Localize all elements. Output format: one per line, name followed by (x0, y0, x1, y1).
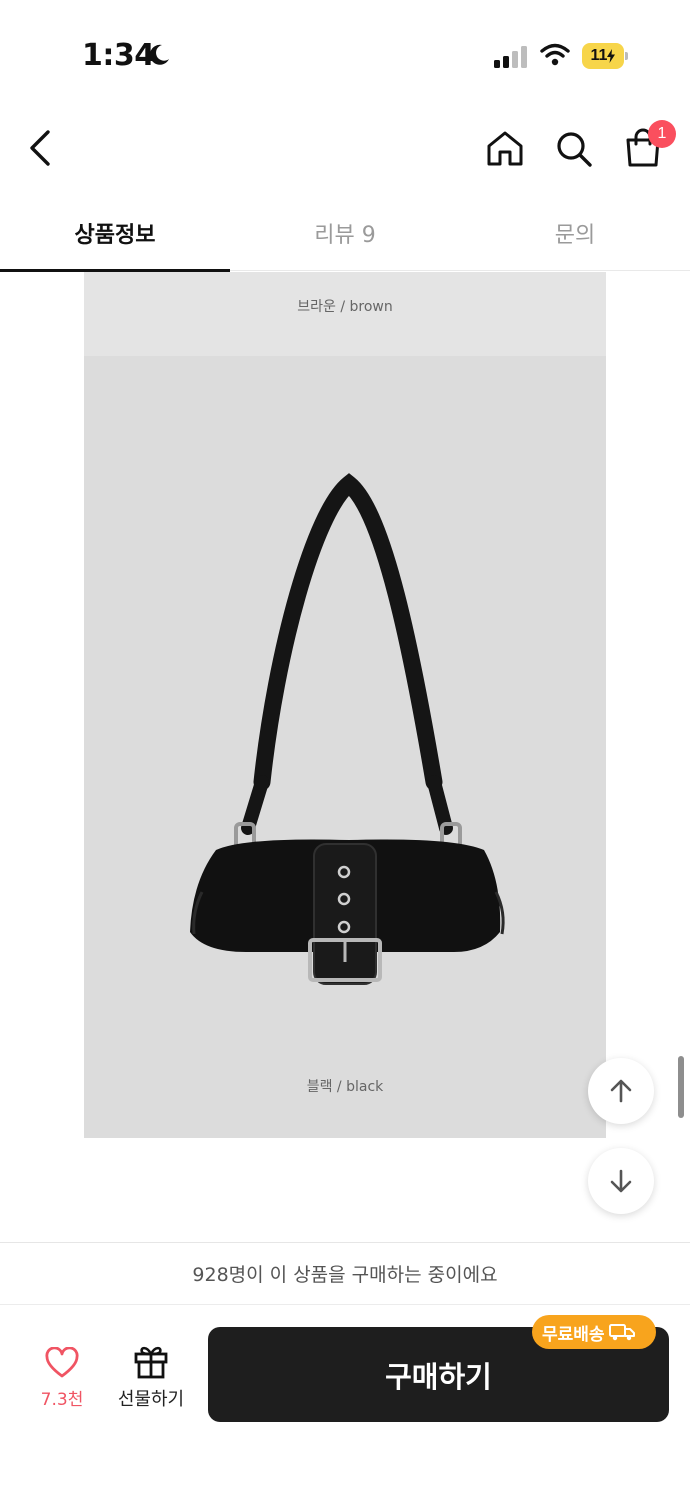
arrow-down-icon (610, 1169, 632, 1193)
heart-icon (45, 1347, 79, 1378)
variant-label-brown: 브라운 / brown (297, 299, 393, 315)
black-shoulder-bag-image (190, 473, 505, 985)
cellular-signal-icon (494, 46, 527, 68)
tab-inquiry[interactable]: 문의 (460, 195, 690, 271)
back-arrow-icon[interactable] (22, 126, 62, 170)
like-count: 7.3천 (40, 1390, 84, 1410)
scrollbar[interactable] (678, 1056, 684, 1118)
product-tabs: 상품정보 리뷰 9 문의 (0, 195, 690, 272)
arrow-up-icon (610, 1079, 632, 1103)
brown-variant-section: 브라운 / brown (84, 272, 606, 356)
navigation-bar (0, 110, 690, 190)
purchase-panel: 928명이 이 상품을 구매하는 중이에요 7.3천 선물하기 구매하기 무료배… (0, 1242, 690, 1500)
gift-button[interactable]: 선물하기 (108, 1341, 194, 1415)
free-shipping-label: 무료배송 (542, 1324, 605, 1345)
wifi-icon (540, 43, 570, 66)
home-icon[interactable] (484, 128, 526, 170)
scroll-to-bottom-button[interactable] (588, 1148, 654, 1214)
battery-indicator: 11 (582, 43, 628, 69)
moon-icon (149, 44, 169, 65)
search-icon[interactable] (553, 128, 595, 170)
tab-reviews[interactable]: 리뷰 9 (230, 195, 460, 271)
tab-product-info[interactable]: 상품정보 (0, 195, 230, 272)
variant-label-black: 블랙 / black (306, 1079, 384, 1095)
like-button[interactable]: 7.3천 (24, 1343, 100, 1413)
buyers-count-notice: 928명이 이 상품을 구매하는 중이에요 (0, 1243, 690, 1305)
status-time: 1:34 (82, 38, 155, 73)
scroll-to-top-button[interactable] (588, 1058, 654, 1124)
gift-icon (134, 1346, 168, 1379)
gift-label: 선물하기 (117, 1389, 185, 1410)
product-detail-image: 브라운 / brown 블랙 / black (84, 272, 606, 1138)
charging-bolt-icon (607, 49, 616, 63)
truck-icon (608, 1324, 635, 1341)
free-shipping-badge: 무료배송 (532, 1315, 656, 1349)
status-bar: 1:34 11 (0, 0, 690, 100)
battery-level: 11 (590, 47, 608, 64)
cart-count-badge: 1 (648, 120, 676, 148)
